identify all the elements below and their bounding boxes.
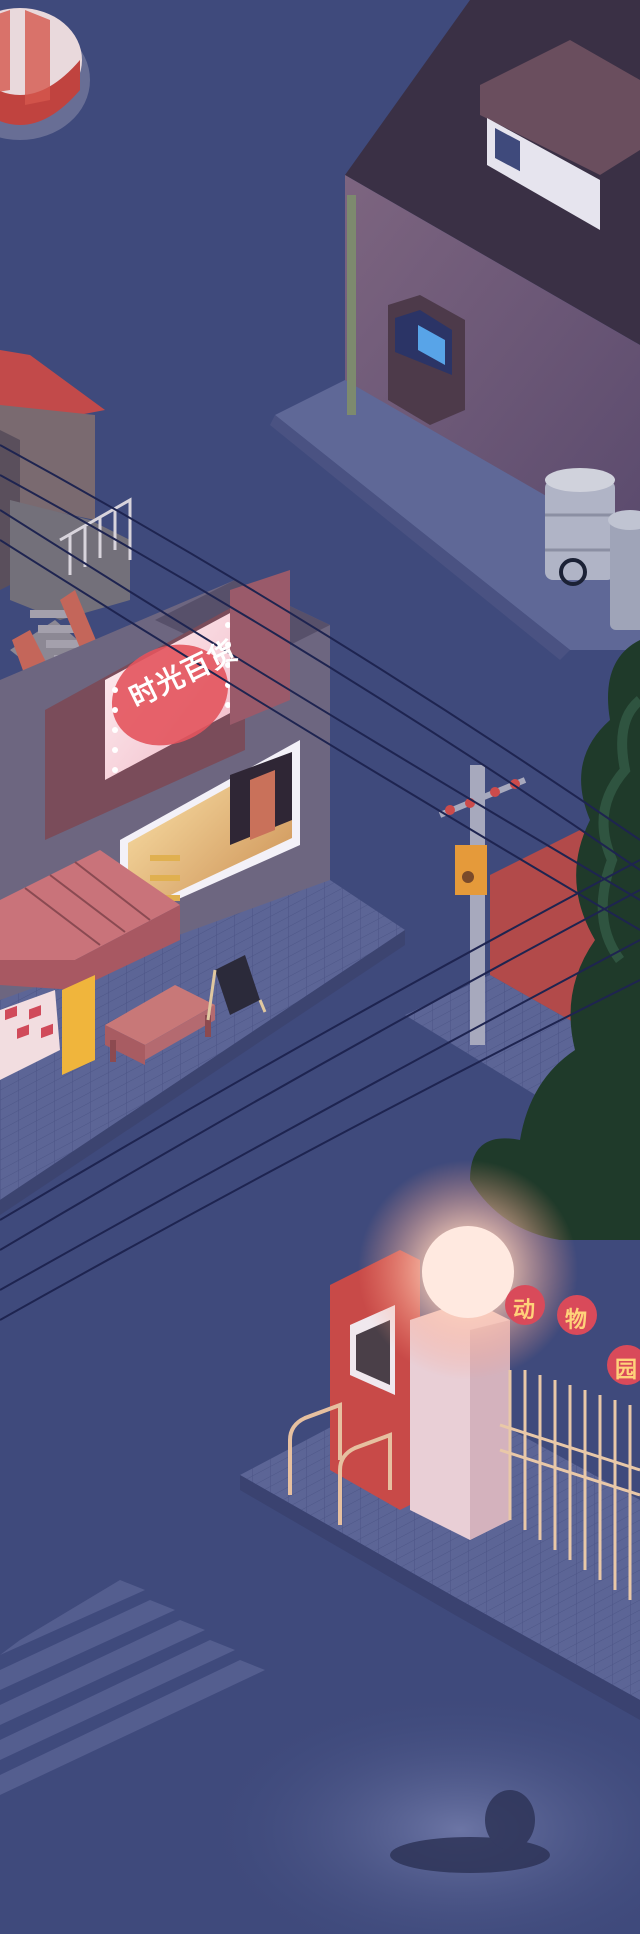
scene-illustration — [0, 0, 640, 1934]
lamp-icon — [358, 1160, 578, 1380]
zoo-sign-char-2: 物 — [565, 1308, 588, 1333]
atm-icon — [388, 295, 465, 425]
zoo-sign-char-3: 园 — [615, 1358, 638, 1383]
zoo-sign-char-1: 动 — [513, 1298, 536, 1323]
isometric-night-street-scene: 时光百货 动 物 园 — [0, 0, 640, 1934]
